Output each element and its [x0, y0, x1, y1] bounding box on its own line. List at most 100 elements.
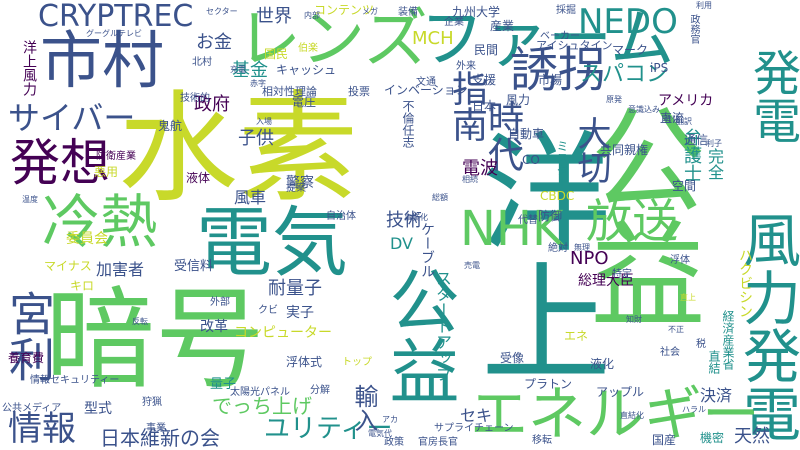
word: 外来 — [456, 61, 476, 72]
word: 北村 — [192, 57, 212, 68]
word: クビ — [258, 305, 278, 316]
word: 原発 — [606, 95, 622, 104]
word: 自動車 — [508, 127, 545, 141]
word: DV — [390, 234, 413, 253]
word: 提案 — [286, 183, 306, 194]
word: 事業化 — [404, 213, 428, 222]
word: 決済 — [700, 386, 733, 405]
word: 液化 — [590, 357, 615, 371]
word: プラトン — [524, 377, 573, 391]
word: 電気代 — [368, 429, 392, 438]
word: 完全 — [705, 148, 724, 180]
word: 防衛産業 — [96, 151, 136, 162]
word: 経済産業省 — [721, 310, 735, 370]
word: 空間 — [672, 179, 697, 193]
word: CRYPTREC — [38, 0, 194, 34]
word: 利子 — [706, 139, 722, 148]
word: 利用 — [696, 1, 712, 10]
word: 支援 — [472, 73, 497, 87]
word: iPS — [650, 61, 669, 75]
word: CBDC — [540, 189, 575, 203]
word: 通信 — [684, 133, 709, 147]
word: 相続 — [462, 175, 478, 184]
word: コンピューター — [234, 325, 332, 341]
word: でっち上げ — [212, 394, 312, 418]
word: 風車 — [234, 188, 267, 207]
word: 意識込み — [628, 105, 660, 114]
word: 型式 — [84, 401, 112, 417]
word: 世界 — [256, 6, 292, 27]
word: 直結 — [707, 350, 721, 374]
word: 防御 — [538, 209, 563, 223]
word: 入場 — [256, 117, 272, 126]
word: スタートアップ — [433, 270, 452, 382]
word: 絶対 — [548, 243, 568, 254]
word: 産業 — [490, 19, 515, 33]
word: 無理 — [574, 243, 590, 252]
word: 受像 — [500, 351, 525, 365]
word: 事業 — [146, 423, 166, 434]
word: 不倫任志 — [401, 100, 415, 148]
word: 知財 — [626, 315, 642, 324]
word: 風力 — [506, 93, 531, 107]
word: 内部 — [304, 11, 320, 20]
word: 相対性理論 — [262, 85, 317, 98]
word: 耐量子 — [268, 278, 322, 299]
word: 外部 — [210, 297, 230, 308]
word: NPO — [570, 248, 609, 269]
word: 市場 — [538, 73, 563, 87]
word: 投票 — [348, 85, 370, 98]
word: 文通 — [416, 77, 436, 88]
word: 風力発電 — [733, 210, 800, 442]
word: 太陽光パネル — [230, 387, 290, 398]
word: アメリカ — [658, 93, 714, 109]
word: 宮利 — [2, 290, 56, 382]
word: セキ — [460, 406, 493, 425]
word: キャッシュ — [276, 63, 337, 77]
word: 発電 — [744, 48, 800, 144]
word: 加害者 — [96, 260, 145, 279]
word: MCH — [412, 28, 454, 49]
word: アップル — [596, 385, 645, 399]
word: 浮体式 — [286, 355, 323, 369]
word: マーク — [612, 43, 649, 57]
word: 売電 — [464, 261, 480, 270]
word: 洋上風力 — [21, 40, 37, 96]
word: CO — [522, 153, 540, 167]
word: 官房長官 — [418, 437, 458, 448]
word: 公共メディア — [2, 403, 62, 414]
word: 総額 — [432, 193, 448, 202]
word: 狩猟 — [142, 397, 162, 408]
word: 国民 — [264, 47, 289, 61]
word: ケーブル — [419, 222, 435, 278]
word: 税 — [696, 339, 706, 350]
word: 温度 — [22, 195, 38, 204]
word: 委員会 — [66, 231, 108, 247]
word: 放送 — [586, 194, 678, 248]
word-cloud: 水素 暗号 洋上 公益 電気 冷熱 公益 市村 レンズ ファーム エネルギー 放… — [0, 0, 800, 450]
word: 市村 — [40, 24, 165, 97]
word: 政務官 — [688, 14, 699, 44]
word: ハクビシン — [737, 248, 753, 318]
word: 発想 — [10, 134, 110, 192]
word: 直上 — [680, 293, 696, 302]
word: 強化 — [664, 115, 680, 124]
word: アカ — [382, 415, 398, 424]
word: 伯楽 — [298, 43, 318, 54]
word: 共同親権 — [600, 143, 649, 157]
word: 反転 — [132, 317, 148, 326]
word: 政策 — [384, 437, 404, 448]
word: NEDO — [578, 2, 678, 42]
word: 移転 — [532, 435, 552, 446]
word: 輸入 — [350, 384, 378, 432]
word: サイバー — [8, 99, 136, 137]
word: 鬼航 — [158, 119, 183, 133]
word: 天然 — [734, 426, 770, 447]
word: 情報セキュリティー — [30, 375, 120, 386]
word: 民間 — [474, 43, 499, 57]
word: キロ — [70, 279, 95, 293]
word: 分解 — [310, 385, 330, 396]
word: 日本 — [472, 99, 497, 113]
word: 社会 — [660, 347, 680, 358]
word: 特定 — [612, 269, 632, 280]
